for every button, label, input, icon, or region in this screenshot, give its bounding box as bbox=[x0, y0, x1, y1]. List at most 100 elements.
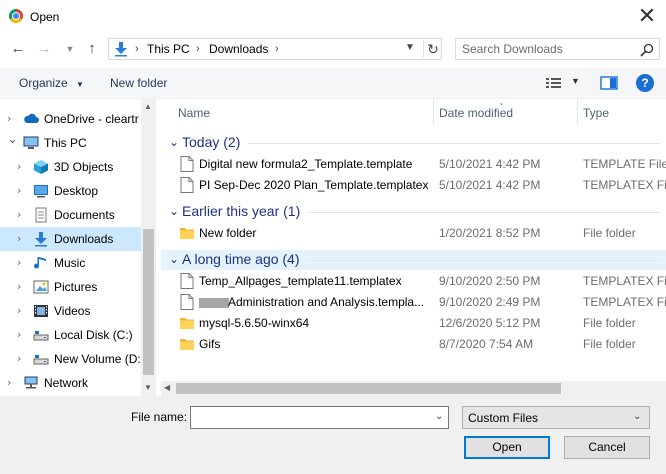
desktop-icon bbox=[33, 183, 49, 199]
file-row[interactable]: Temp_Allpages_template11.templatex 9/10/2… bbox=[161, 271, 666, 292]
address-dropdown-icon[interactable]: ▼ bbox=[405, 42, 415, 53]
file-row[interactable]: mysql-5.6.50-winx64 12/6/2020 5:12 PM File… bbox=[161, 313, 666, 334]
open-button[interactable]: Open bbox=[464, 436, 550, 459]
sidebar-item[interactable]: › Videos bbox=[0, 299, 141, 323]
navigation-pane-scrollbar[interactable]: ▲ ▼ bbox=[141, 99, 156, 396]
help-button[interactable]: ? bbox=[636, 74, 654, 92]
file-row[interactable]: PI Sep-Dec 2020 Plan_Template.templatex 5… bbox=[161, 175, 666, 196]
new-folder-button[interactable]: New folder bbox=[110, 76, 167, 90]
back-button[interactable]: ← bbox=[8, 38, 28, 60]
scrollbar-thumb[interactable] bbox=[176, 383, 561, 394]
chrome-app-icon bbox=[9, 9, 23, 23]
chevron-right-icon[interactable]: › bbox=[17, 208, 21, 221]
file-type: TEMPLATEX File bbox=[583, 178, 666, 192]
chevron-down-icon[interactable]: ⌄ bbox=[169, 135, 179, 149]
chevron-right-icon[interactable]: › bbox=[17, 328, 21, 341]
chevron-down-icon: ▼ bbox=[571, 76, 580, 86]
file-date-modified: 12/6/2020 5:12 PM bbox=[439, 316, 541, 330]
breadcrumb-this-pc[interactable]: This PC bbox=[147, 42, 190, 56]
arrow-up-icon: ↑ bbox=[88, 40, 96, 57]
file-name-input[interactable] bbox=[195, 410, 425, 425]
scroll-up-icon[interactable]: ▲ bbox=[144, 102, 152, 111]
chevron-right-icon[interactable]: › bbox=[17, 304, 21, 317]
details-view-icon bbox=[546, 78, 561, 88]
sidebar-item[interactable]: › Music bbox=[0, 251, 141, 275]
recent-locations-button[interactable]: ▼ bbox=[60, 38, 80, 60]
group-label: Earlier this year (1) bbox=[182, 203, 301, 219]
change-view-button[interactable]: ▼ bbox=[545, 74, 581, 92]
breadcrumb-separator-icon[interactable]: › bbox=[275, 43, 279, 55]
file-list-horizontal-scrollbar[interactable]: ◀ bbox=[161, 381, 666, 396]
file-type-select[interactable]: Custom Files ⌄ bbox=[462, 406, 650, 429]
chevron-right-icon[interactable]: › bbox=[17, 232, 21, 245]
file-name-combobox[interactable]: ⌄ bbox=[190, 406, 449, 429]
sidebar-item[interactable]: › Network bbox=[0, 371, 141, 395]
sidebar-item[interactable]: ⌄ This PC bbox=[0, 131, 141, 155]
breadcrumb-separator-icon[interactable]: › bbox=[196, 43, 200, 55]
download-folder-icon bbox=[115, 42, 127, 57]
breadcrumb-separator-icon[interactable]: › bbox=[135, 43, 139, 55]
file-icon bbox=[180, 294, 194, 310]
preview-pane-icon bbox=[600, 76, 618, 90]
help-icon: ? bbox=[641, 76, 649, 90]
file-row[interactable]: Administration and Analysis.templa... 9/1… bbox=[161, 292, 666, 313]
file-date-modified: 5/10/2021 4:42 PM bbox=[439, 178, 541, 192]
chevron-down-icon[interactable]: ⌄ bbox=[169, 204, 179, 218]
sidebar-item[interactable]: › Pictures bbox=[0, 275, 141, 299]
picture-icon bbox=[33, 279, 49, 295]
sidebar-item-label: This PC bbox=[44, 136, 87, 150]
refresh-button[interactable]: ↻ bbox=[423, 40, 442, 58]
chevron-right-icon[interactable]: › bbox=[17, 256, 21, 269]
scrollbar-thumb[interactable] bbox=[143, 229, 154, 375]
sidebar-item-label: Local Disk (C:) bbox=[54, 328, 133, 342]
scroll-down-icon[interactable]: ▼ bbox=[144, 383, 152, 392]
sidebar-item[interactable]: › 3D Objects bbox=[0, 155, 141, 179]
chevron-right-icon[interactable]: › bbox=[17, 352, 21, 365]
file-row[interactable]: Gifs 8/7/2020 7:54 AM File folder bbox=[161, 334, 666, 355]
column-divider[interactable] bbox=[433, 99, 434, 125]
file-date-modified: 9/10/2020 2:50 PM bbox=[439, 274, 541, 288]
file-row[interactable]: New folder 1/20/2021 8:52 PM File folder bbox=[161, 223, 666, 244]
column-divider[interactable] bbox=[577, 99, 578, 125]
sidebar-item[interactable]: › OneDrive - cleartr bbox=[0, 107, 141, 131]
preview-pane-button[interactable] bbox=[599, 74, 619, 92]
column-header-type[interactable]: Type bbox=[583, 106, 609, 120]
folder-icon bbox=[179, 336, 195, 352]
sidebar-item[interactable]: › Local Disk (C:) bbox=[0, 323, 141, 347]
address-bar[interactable]: › This PC › Downloads › ▼ ↻ bbox=[108, 38, 442, 60]
sidebar-item[interactable]: › Downloads bbox=[0, 227, 141, 251]
chevron-down-icon[interactable]: ⌄ bbox=[435, 411, 443, 422]
sidebar-item[interactable]: › New Volume (D: bbox=[0, 347, 141, 371]
scroll-left-icon[interactable]: ◀ bbox=[164, 383, 170, 392]
chevron-down-icon[interactable]: ⌄ bbox=[7, 132, 18, 147]
chevron-right-icon[interactable]: › bbox=[7, 376, 11, 389]
cancel-button[interactable]: Cancel bbox=[564, 436, 650, 459]
drive-icon bbox=[33, 351, 49, 367]
folder-icon bbox=[179, 315, 195, 331]
column-header-name[interactable]: Name bbox=[178, 106, 210, 120]
breadcrumb-downloads[interactable]: Downloads bbox=[209, 42, 268, 56]
organize-button[interactable]: Organize ▼ bbox=[19, 76, 84, 90]
group-header[interactable]: ⌄ Today (2) bbox=[161, 133, 666, 153]
chevron-right-icon[interactable]: › bbox=[17, 184, 21, 197]
column-header-date-modified[interactable]: Date modified bbox=[439, 106, 513, 120]
file-list[interactable]: Name ⌄ Date modified Type ⌄ Today (2) Digi… bbox=[161, 99, 666, 396]
sidebar-item[interactable]: › Documents bbox=[0, 203, 141, 227]
group-header[interactable]: ⌄ Earlier this year (1) bbox=[161, 202, 666, 222]
up-button[interactable]: ↑ bbox=[82, 38, 102, 60]
forward-button[interactable]: → bbox=[34, 38, 54, 60]
sidebar-item[interactable]: › Desktop bbox=[0, 179, 141, 203]
file-name: Digital new formula2_Template.template bbox=[199, 157, 413, 171]
close-button[interactable]: ✕ bbox=[632, 4, 662, 30]
organize-label: Organize bbox=[19, 76, 68, 90]
file-row[interactable]: Digital new formula2_Template.template 5/… bbox=[161, 154, 666, 175]
chevron-right-icon[interactable]: › bbox=[17, 160, 21, 173]
chevron-right-icon[interactable]: › bbox=[17, 280, 21, 293]
group-header[interactable]: ⌄ A long time ago (4) bbox=[161, 250, 666, 270]
navigation-pane[interactable]: › OneDrive - cleartr ⌄ This PC › 3D Objects › D… bbox=[0, 99, 156, 396]
music-icon bbox=[33, 255, 49, 271]
search-box[interactable] bbox=[455, 38, 660, 60]
chevron-down-icon[interactable]: ⌄ bbox=[169, 252, 179, 266]
chevron-right-icon[interactable]: › bbox=[7, 112, 11, 125]
search-input[interactable] bbox=[462, 41, 632, 57]
